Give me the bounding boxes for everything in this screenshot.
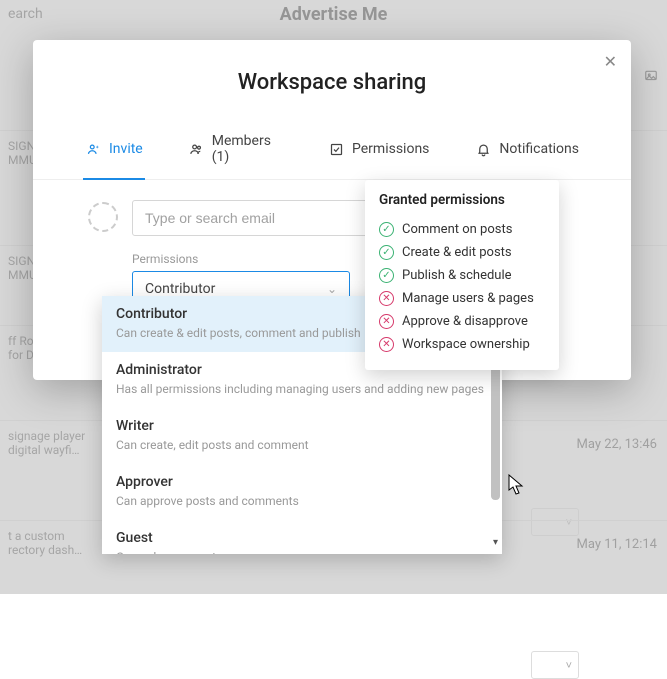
check-circle-icon: ✓: [379, 245, 394, 260]
permission-label: Comment on posts: [402, 222, 512, 237]
tab-members[interactable]: Members (1): [187, 123, 284, 179]
x-circle-icon: ✕: [379, 314, 394, 329]
tab-label: Invite: [109, 141, 143, 157]
permission-label: Publish & schedule: [402, 268, 512, 283]
permission-item: ✕ Manage users & pages: [379, 287, 545, 310]
tab-label: Members (1): [212, 133, 282, 165]
role-option-title: Writer: [116, 418, 488, 434]
close-icon[interactable]: ✕: [604, 52, 617, 71]
modal-tabs: Invite Members (1) Permissions Notificat…: [33, 123, 631, 180]
granted-permissions-title: Granted permissions: [379, 192, 545, 208]
check-circle-icon: ✓: [379, 268, 394, 283]
people-icon: [189, 141, 204, 157]
tab-label: Notifications: [499, 141, 579, 157]
tab-label: Permissions: [352, 141, 429, 157]
permission-label: Manage users & pages: [402, 291, 534, 306]
permission-label: Approve & disapprove: [402, 314, 528, 329]
modal-title: Workspace sharing: [33, 70, 631, 95]
role-option-writer[interactable]: Writer Can create, edit posts and commen…: [102, 408, 502, 464]
role-option-title: Guest: [116, 530, 488, 546]
person-add-icon: [85, 141, 101, 157]
email-input[interactable]: [132, 200, 377, 236]
check-square-icon: [328, 141, 344, 157]
permission-item: ✓ Comment on posts: [379, 218, 545, 241]
permission-item: ✕ Workspace ownership: [379, 333, 545, 356]
avatar-placeholder: [88, 202, 118, 232]
role-option-desc: Can create, edit posts and comment: [116, 438, 488, 452]
role-option-guest[interactable]: Guest Can only comment: [102, 520, 502, 554]
check-circle-icon: ✓: [379, 222, 394, 237]
tab-invite[interactable]: Invite: [83, 123, 145, 179]
bell-icon: [475, 141, 491, 157]
permission-label: Create & edit posts: [402, 245, 512, 260]
granted-permissions-popover: Granted permissions ✓ Comment on posts ✓…: [365, 180, 559, 370]
role-option-desc: Can only comment: [116, 550, 488, 554]
dropdown-caret-icon: ▾: [493, 537, 498, 548]
x-circle-icon: ✕: [379, 337, 394, 352]
role-option-title: Approver: [116, 474, 488, 490]
tab-notifications[interactable]: Notifications: [473, 123, 581, 179]
role-option-desc: Has all permissions including managing u…: [116, 382, 488, 396]
role-select-value: Contributor: [145, 281, 215, 297]
permission-item: ✕ Approve & disapprove: [379, 310, 545, 333]
tab-permissions[interactable]: Permissions: [326, 123, 431, 179]
x-circle-icon: ✕: [379, 291, 394, 306]
role-option-desc: Can approve posts and comments: [116, 494, 488, 508]
permission-label: Workspace ownership: [402, 337, 530, 352]
permission-item: ✓ Create & edit posts: [379, 241, 545, 264]
permission-item: ✓ Publish & schedule: [379, 264, 545, 287]
role-option-approver[interactable]: Approver Can approve posts and comments: [102, 464, 502, 520]
chevron-down-icon: ⌄: [327, 282, 337, 296]
bg-select: ˅: [531, 651, 579, 679]
